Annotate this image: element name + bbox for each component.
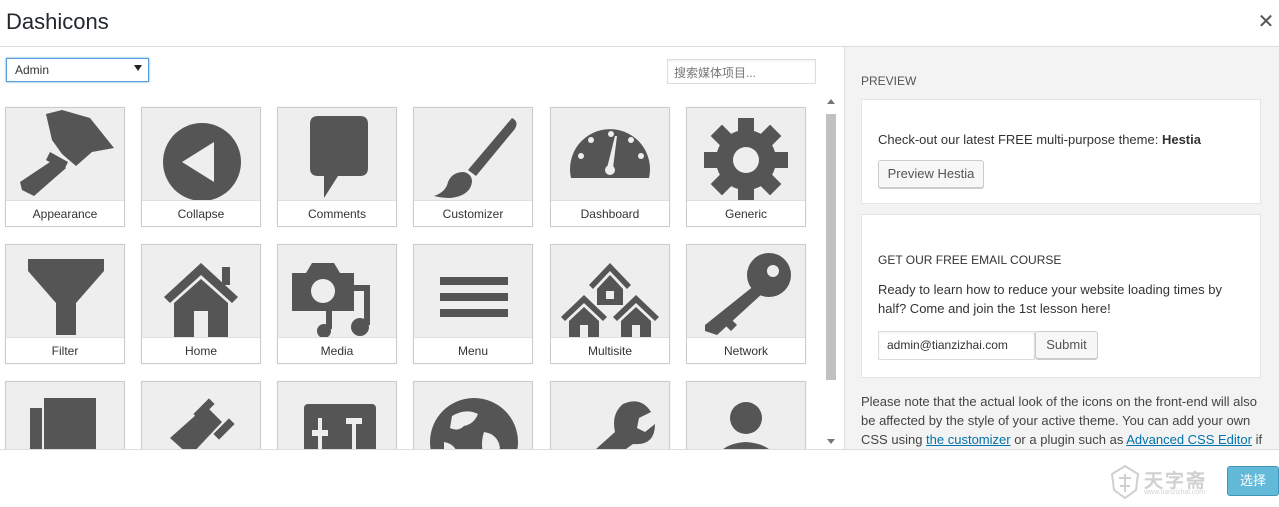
- icon-tile-label: Generic: [687, 200, 805, 226]
- modal-footer: 天字斋 www.tianzizhai.com 选择: [0, 449, 1279, 507]
- icon-tile[interactable]: Network: [686, 244, 806, 364]
- icon-tile-label: Media: [278, 337, 396, 363]
- promo-box: Check-out our latest FREE multi-purpose …: [861, 99, 1261, 204]
- plugin-icon: [142, 382, 260, 449]
- icon-tile-label: Network: [687, 337, 805, 363]
- preview-sidebar: PREVIEW Check-out our latest FREE multi-…: [844, 47, 1279, 449]
- note-text: or a plugin such as: [1010, 432, 1127, 447]
- icon-tile[interactable]: Dashboard: [550, 107, 670, 227]
- icon-tile[interactable]: [277, 381, 397, 449]
- preview-hestia-button[interactable]: Preview Hestia: [878, 160, 984, 188]
- icon-tile-label: Customizer: [414, 200, 532, 226]
- watermark-logo-icon: [1110, 464, 1140, 500]
- watermark: 天字斋 www.tianzizhai.com: [1110, 464, 1220, 500]
- modal-header: Dashicons ✕: [0, 0, 1279, 47]
- icon-tile[interactable]: [550, 381, 670, 449]
- icon-tile-label: Multisite: [551, 337, 669, 363]
- icon-tile-label: Filter: [6, 337, 124, 363]
- course-heading: GET OUR FREE EMAIL COURSE: [878, 253, 1062, 267]
- promo-text-lead: Check-out our latest FREE multi-purpose …: [878, 132, 1162, 147]
- comments-icon: [278, 108, 396, 200]
- page-icon: [6, 382, 124, 449]
- settings-icon: [278, 382, 396, 449]
- paintbrush-icon: [6, 108, 124, 200]
- dashboard-gauge-icon: [551, 108, 669, 200]
- icon-tile[interactable]: Multisite: [550, 244, 670, 364]
- email-field[interactable]: admin@tianzizhai.com: [878, 331, 1035, 360]
- home-icon: [142, 245, 260, 337]
- close-icon[interactable]: ✕: [1257, 12, 1275, 32]
- key-icon: [687, 245, 805, 337]
- icon-tile[interactable]: Home: [141, 244, 261, 364]
- email-course-box: GET OUR FREE EMAIL COURSE Ready to learn…: [861, 214, 1261, 378]
- course-text: Ready to learn how to reduce your websit…: [878, 282, 1222, 316]
- promo-text: Check-out our latest FREE multi-purpose …: [878, 130, 1201, 149]
- note-text: if: [1251, 432, 1263, 447]
- icon-tile[interactable]: [141, 381, 261, 449]
- scroll-down-icon[interactable]: [827, 439, 835, 444]
- chevron-down-icon: [134, 65, 142, 71]
- icon-browser: Admin 搜索媒体项目... Appearance Collapse Comm…: [0, 47, 844, 449]
- icon-tile-label: Menu: [414, 337, 532, 363]
- watermark-url: www.tianzizhai.com: [1144, 489, 1206, 496]
- icon-tile[interactable]: Comments: [277, 107, 397, 227]
- modal-title: Dashicons: [6, 9, 109, 34]
- user-icon: [687, 382, 805, 449]
- wrench-icon: [551, 382, 669, 449]
- icon-tile[interactable]: Customizer: [413, 107, 533, 227]
- icon-tile[interactable]: Media: [277, 244, 397, 364]
- media-icon: [278, 245, 396, 337]
- submit-button[interactable]: Submit: [1035, 331, 1098, 359]
- css-note: Please note that the actual look of the …: [861, 392, 1266, 449]
- icon-tile[interactable]: Collapse: [141, 107, 261, 227]
- icon-tile-label: Collapse: [142, 200, 260, 226]
- search-input[interactable]: 搜索媒体项目...: [667, 59, 816, 84]
- icon-tile[interactable]: Generic: [686, 107, 806, 227]
- collapse-icon: [142, 108, 260, 200]
- multisite-icon: [551, 245, 669, 337]
- advanced-css-editor-link[interactable]: Advanced CSS Editor: [1126, 432, 1252, 447]
- icon-tile[interactable]: Appearance: [5, 107, 125, 227]
- customizer-brush-icon: [414, 108, 532, 200]
- grid-scrollbar[interactable]: [825, 99, 837, 444]
- icon-tile[interactable]: [413, 381, 533, 449]
- choose-button[interactable]: 选择: [1227, 466, 1279, 496]
- scrollbar-thumb[interactable]: [826, 114, 836, 380]
- menu-icon: [414, 245, 532, 337]
- dashicons-modal: Dashicons ✕ Admin 搜索媒体项目... Appearance C…: [0, 0, 1279, 507]
- icon-tile-label: Appearance: [6, 200, 124, 226]
- globe-icon: [414, 382, 532, 449]
- icon-tile[interactable]: [5, 381, 125, 449]
- icon-tile[interactable]: Menu: [413, 244, 533, 364]
- icon-tile-label: Comments: [278, 200, 396, 226]
- icon-tile-label: Home: [142, 337, 260, 363]
- preview-heading: PREVIEW: [861, 74, 917, 88]
- icon-tile-label: Dashboard: [551, 200, 669, 226]
- scroll-up-icon[interactable]: [827, 99, 835, 104]
- category-select-value: Admin: [15, 63, 50, 77]
- gear-icon: [687, 108, 805, 200]
- funnel-icon: [6, 245, 124, 337]
- customizer-link[interactable]: the customizer: [926, 432, 1011, 447]
- category-select[interactable]: Admin: [6, 58, 149, 82]
- promo-theme-name: Hestia: [1161, 132, 1201, 147]
- icon-tile[interactable]: [686, 381, 806, 449]
- icon-tile[interactable]: Filter: [5, 244, 125, 364]
